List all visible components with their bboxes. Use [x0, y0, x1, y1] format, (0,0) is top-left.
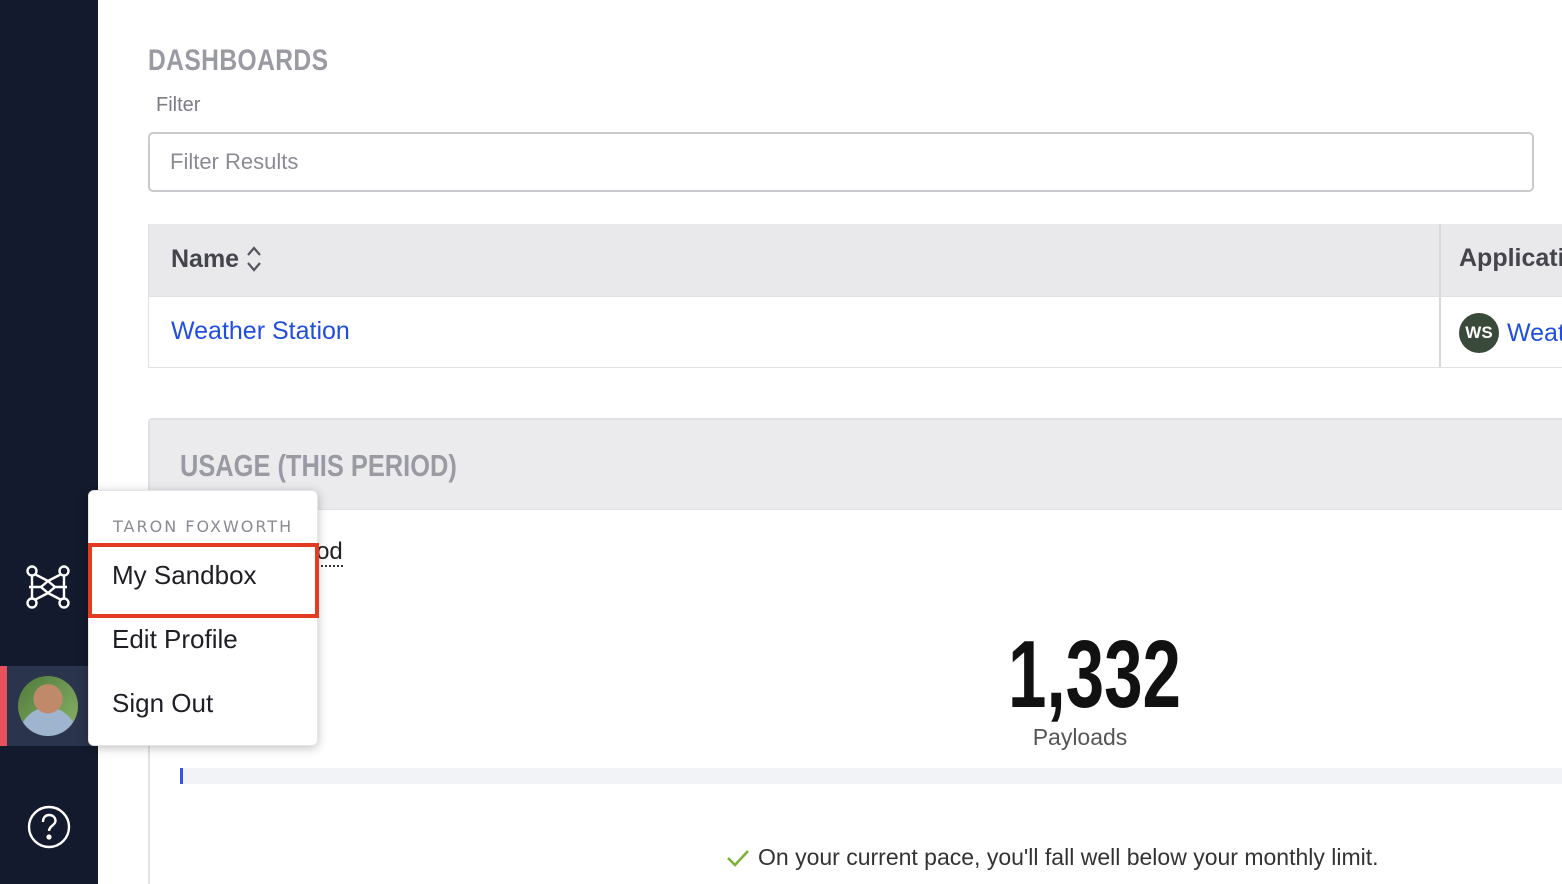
- column-divider: [1439, 224, 1441, 296]
- pace-note: On your current pace, you'll fall well b…: [726, 844, 1379, 871]
- sidebar: [0, 0, 98, 884]
- payload-label: Payloads: [1032, 724, 1128, 750]
- dashboard-link[interactable]: Weather Station: [171, 317, 350, 346]
- usage-header: USAGE (THIS PERIOD): [150, 420, 1562, 510]
- table-row: Weather Station WS Weat: [149, 296, 1562, 367]
- user-avatar-button[interactable]: [0, 666, 98, 746]
- column-header-application[interactable]: Applicati: [1459, 244, 1562, 273]
- main-content: DASHBOARDS Filter Name Applicati Weather…: [98, 0, 1562, 884]
- column-header-name[interactable]: Name: [171, 244, 263, 274]
- filter-input[interactable]: [148, 132, 1534, 192]
- check-icon: [727, 849, 749, 867]
- usage-progress-bar: [180, 768, 1562, 784]
- application-badge: WS: [1459, 313, 1499, 353]
- avatar[interactable]: [18, 676, 78, 736]
- active-indicator: [0, 666, 7, 746]
- user-menu: TARON FOXWORTH My Sandbox Edit Profile S…: [88, 490, 318, 746]
- menu-item-edit-profile[interactable]: Edit Profile: [89, 607, 317, 671]
- filter-label: Filter: [156, 94, 201, 116]
- network-hub-icon[interactable]: [24, 563, 72, 611]
- usage-title: USAGE (THIS PERIOD): [180, 448, 457, 483]
- pace-note-text: On your current pace, you'll fall well b…: [758, 844, 1379, 870]
- sort-icon[interactable]: [245, 244, 263, 274]
- usage-progress-fill: [180, 768, 183, 784]
- menu-item-my-sandbox[interactable]: My Sandbox: [89, 543, 317, 607]
- table-header: Name Applicati: [149, 224, 1562, 296]
- application-cell[interactable]: WS Weat: [1459, 313, 1562, 353]
- application-link[interactable]: Weat: [1507, 319, 1562, 348]
- page-title: DASHBOARDS: [148, 44, 329, 77]
- usage-panel: USAGE (THIS PERIOD) ning this period 1,3…: [148, 418, 1562, 884]
- user-name: TARON FOXWORTH: [113, 517, 294, 536]
- column-header-label: Name: [171, 244, 240, 273]
- column-divider: [1439, 297, 1441, 367]
- dashboards-table: Name Applicati Weather Station WS Weat: [148, 224, 1562, 368]
- payload-count: 1,332: [1008, 621, 1181, 728]
- help-circle-icon[interactable]: [26, 804, 72, 850]
- menu-item-sign-out[interactable]: Sign Out: [89, 671, 317, 735]
